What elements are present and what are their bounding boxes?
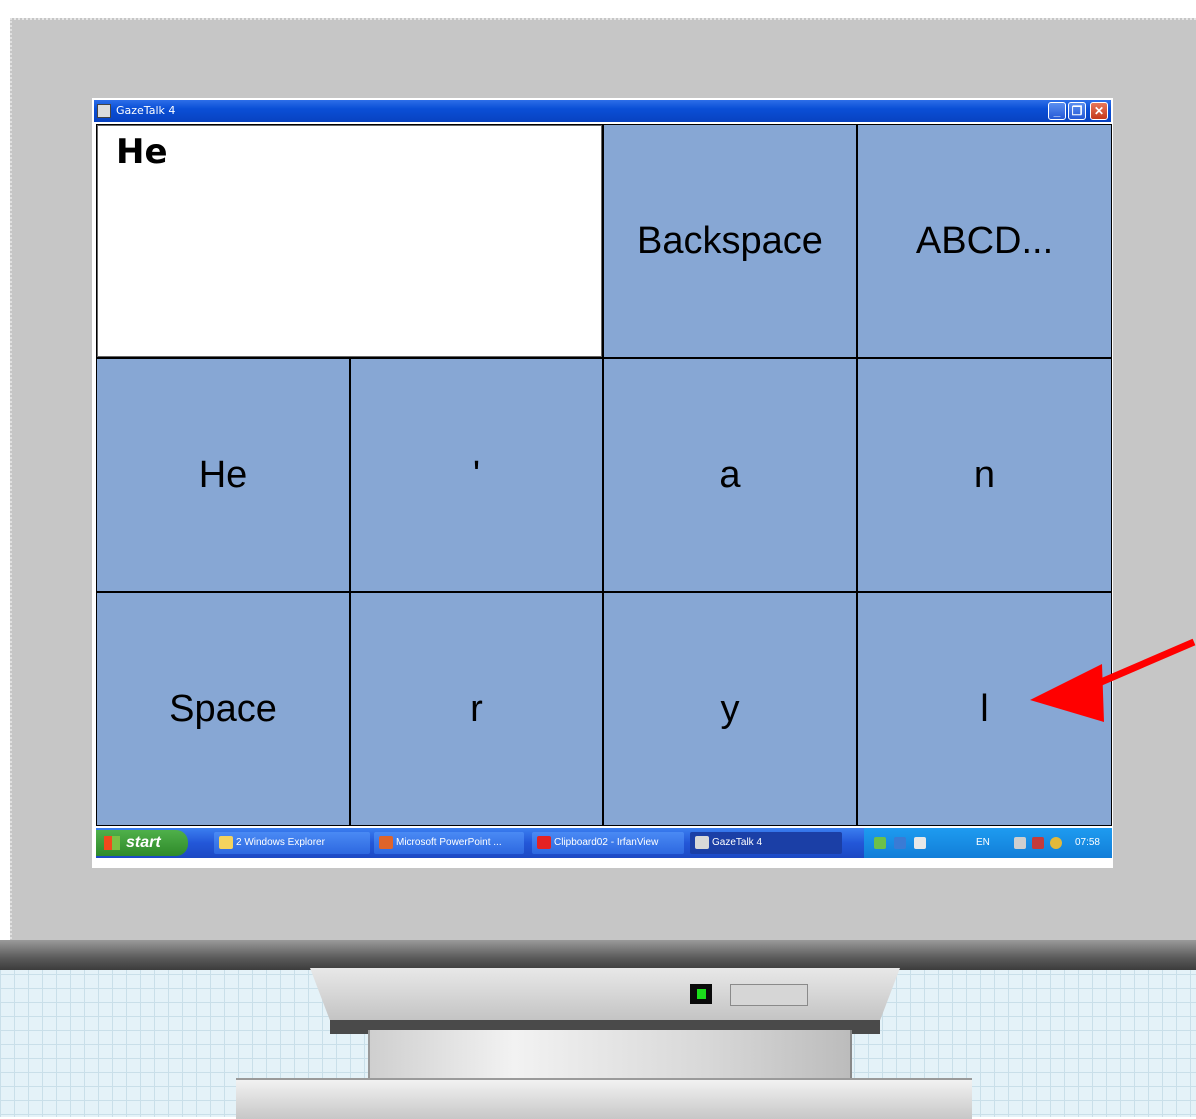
- task-gazetalk[interactable]: GazeTalk 4: [690, 832, 842, 854]
- apostrophe-key[interactable]: ': [351, 359, 602, 591]
- task-label: 2 Windows Explorer: [236, 837, 325, 848]
- power-led-icon: [690, 984, 712, 1004]
- letter-r-key[interactable]: r: [351, 593, 602, 825]
- globe-icon[interactable]: [1050, 837, 1062, 849]
- gazetalk-icon: [695, 836, 709, 849]
- text-field[interactable]: He: [97, 125, 602, 357]
- clock[interactable]: 07:58: [1075, 828, 1100, 858]
- start-button[interactable]: start: [96, 830, 188, 856]
- letter-a-key[interactable]: a: [604, 359, 856, 591]
- window-title: GazeTalk 4: [116, 104, 176, 117]
- security-icon[interactable]: [1032, 837, 1044, 849]
- text-field-value: He: [116, 132, 168, 172]
- close-button[interactable]: ✕: [1090, 102, 1108, 120]
- gazetalk-app-icon: [97, 104, 111, 118]
- task-windows-explorer[interactable]: 2 Windows Explorer: [214, 832, 370, 854]
- windows-logo-icon: [104, 836, 120, 850]
- power-button[interactable]: [730, 984, 808, 1006]
- document-icon[interactable]: [914, 837, 926, 849]
- monitor-stand-base: [236, 1078, 972, 1119]
- word-he-key[interactable]: He: [97, 359, 349, 591]
- arrow-head: [1030, 664, 1104, 722]
- language-indicator[interactable]: EN: [976, 828, 990, 858]
- task-powerpoint[interactable]: Microsoft PowerPoint ...: [374, 832, 524, 854]
- taskbar: start 2 Windows Explorer Microsoft Power…: [96, 828, 1112, 858]
- quicklaunch-icon[interactable]: [874, 837, 886, 849]
- task-irfanview[interactable]: Clipboard02 - IrfanView: [532, 832, 684, 854]
- screen: GazeTalk 4 _ ❐ ✕ He Backspace ABCD... He…: [92, 98, 1113, 868]
- abcd-key[interactable]: ABCD...: [858, 125, 1111, 357]
- monitor-bezel-bottom: [0, 940, 1196, 970]
- key-grid: He Backspace ABCD... He ' a n Space r y …: [96, 124, 1112, 826]
- restore-button[interactable]: ❐: [1068, 102, 1086, 120]
- backspace-key[interactable]: Backspace: [604, 125, 856, 357]
- red-arrow-icon: [1030, 638, 1196, 722]
- letter-y-key[interactable]: y: [604, 593, 856, 825]
- space-key[interactable]: Space: [97, 593, 349, 825]
- monitor-stand-pillar: [368, 1030, 852, 1085]
- start-label: start: [126, 834, 161, 851]
- minimize-button[interactable]: _: [1048, 102, 1066, 120]
- folder-icon: [219, 836, 233, 849]
- system-tray: EN 07:58: [864, 828, 1112, 858]
- browser-icon[interactable]: [894, 837, 906, 849]
- task-label: Microsoft PowerPoint ...: [396, 837, 502, 848]
- irfanview-icon: [537, 836, 551, 849]
- task-label: Clipboard02 - IrfanView: [554, 837, 659, 848]
- task-label: GazeTalk 4: [712, 837, 763, 848]
- powerpoint-icon: [379, 836, 393, 849]
- network-icon[interactable]: [1014, 837, 1026, 849]
- letter-n-key[interactable]: n: [858, 359, 1111, 591]
- window-titlebar[interactable]: GazeTalk 4 _ ❐ ✕: [94, 100, 1111, 122]
